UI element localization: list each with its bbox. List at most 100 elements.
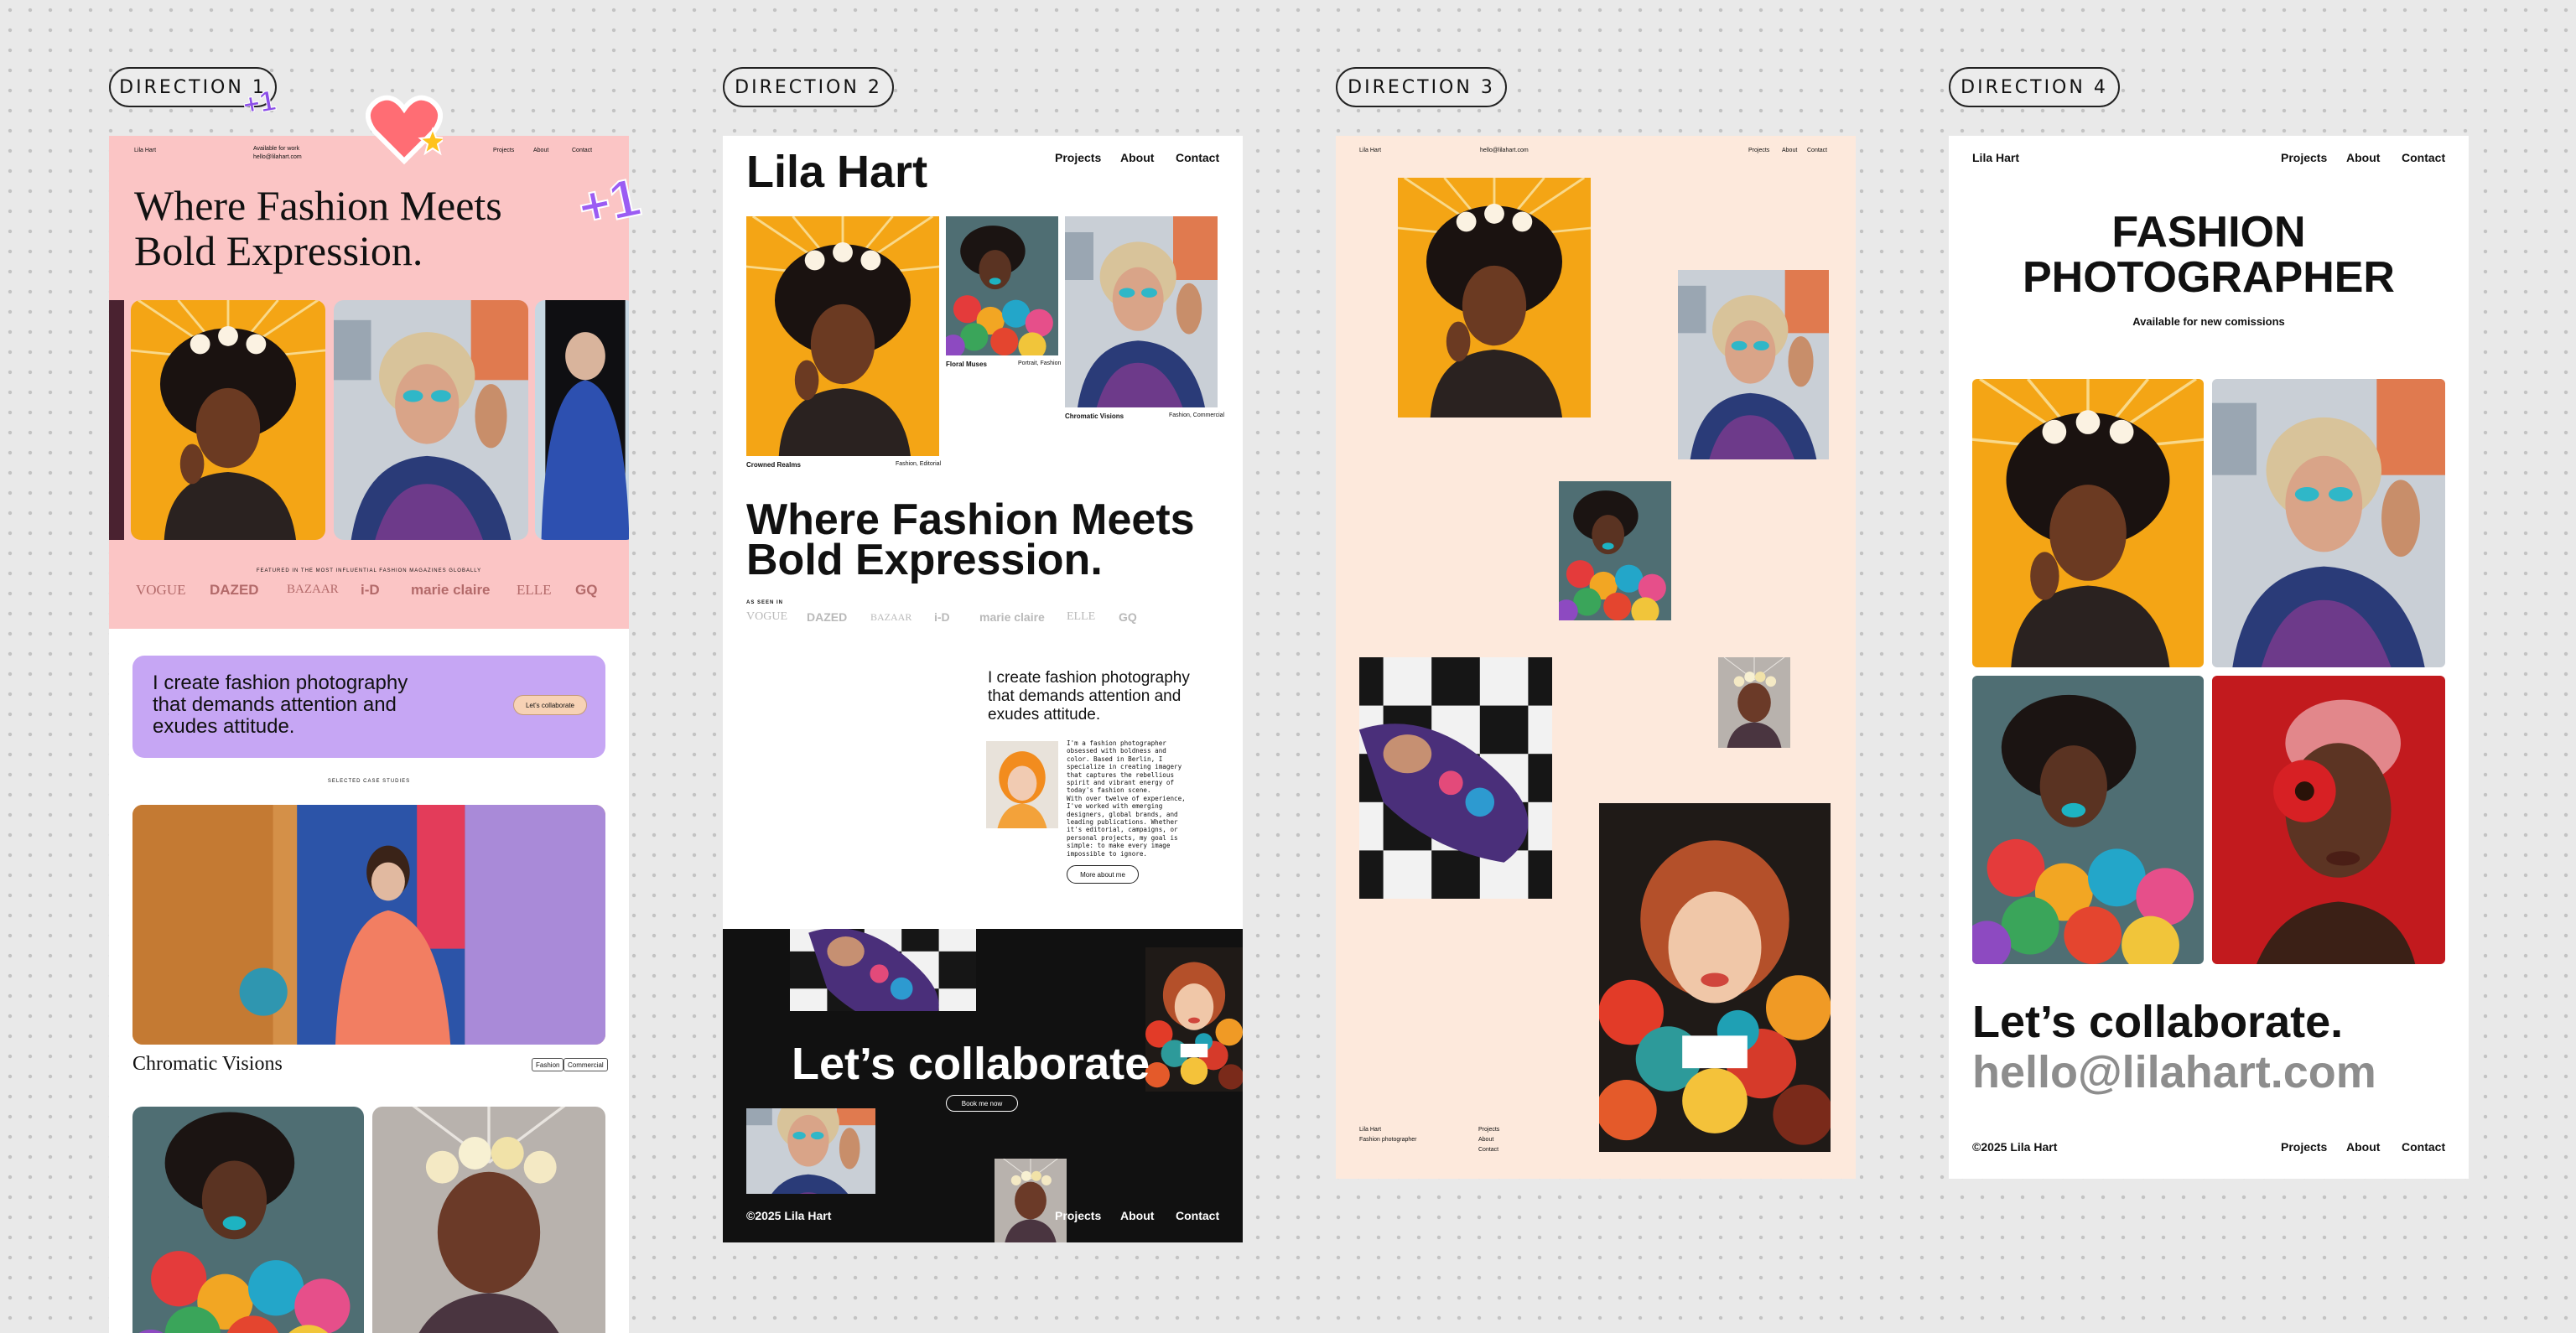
direction-4-label: DIRECTION 4 <box>1949 67 2120 107</box>
d2-bio-line: impossible to ignore. <box>1067 849 1148 858</box>
d1-carousel-photo-2[interactable] <box>334 300 528 540</box>
d1-logo-marie-claire: marie claire <box>411 582 491 598</box>
direction-2-label: DIRECTION 2 <box>723 67 894 107</box>
d1-intro-line-2: that demands attention and <box>153 693 397 716</box>
d2-cta-photo-2 <box>1145 947 1243 1092</box>
direction-2-board: Lila Hart Projects About Contact Crowned… <box>723 136 1243 1242</box>
d1-headline-line-2: Bold Expression. <box>134 227 423 274</box>
d1-nav-contact[interactable]: Contact <box>572 148 592 153</box>
d2-copyright: ©2025 Lila Hart <box>746 1209 832 1222</box>
d3-photo-checker[interactable] <box>1359 657 1552 899</box>
d3-brand[interactable]: Lila Hart <box>1359 148 1381 153</box>
d2-project-title-2[interactable]: Floral Muses <box>946 360 987 368</box>
d3-photo-blond[interactable] <box>1678 270 1829 459</box>
d2-bio-line: I'm a fashion photographer <box>1067 739 1166 747</box>
d2-bio-line: it's editorial, campaigns, or <box>1067 826 1178 834</box>
d2-intro-line-3: exudes attitude. <box>988 706 1101 724</box>
d4-photo-2[interactable] <box>2212 379 2445 667</box>
d2-project-photo-2[interactable] <box>946 216 1058 355</box>
d2-logo-gq: GQ <box>1119 610 1137 624</box>
d2-bio-line: today's fashion scene. <box>1067 786 1151 795</box>
d2-project-tags-1: Fashion, Editorial <box>896 461 942 467</box>
d3-footer-projects[interactable]: Projects <box>1478 1127 1499 1133</box>
d1-nav-about[interactable]: About <box>533 148 548 153</box>
d3-nav-contact[interactable]: Contact <box>1807 148 1827 153</box>
d3-photo-redhead[interactable] <box>1599 803 1831 1152</box>
d1-collaborate-button[interactable]: Let's collaborate <box>513 695 587 715</box>
d3-footer-about[interactable]: About <box>1478 1137 1493 1143</box>
d2-project-title-3[interactable]: Chromatic Visions <box>1065 412 1124 420</box>
d1-case-photo[interactable] <box>132 805 605 1045</box>
d4-nav-about[interactable]: About <box>2346 151 2380 164</box>
d2-nav-projects[interactable]: Projects <box>1055 151 1101 164</box>
d4-footer-contact[interactable]: Contact <box>2402 1140 2445 1154</box>
d1-case-photo-2[interactable] <box>132 1107 364 1333</box>
d2-logo-marie-claire: marie claire <box>979 610 1045 624</box>
d1-brand[interactable]: Lila Hart <box>134 148 156 153</box>
d2-bio-line: leading publications. Whether <box>1067 818 1178 827</box>
d2-headline-line-2: Bold Expression. <box>746 536 1103 584</box>
d2-project-title-1[interactable]: Crowned Realms <box>746 461 801 469</box>
d2-bio-line: specialize in creating imagery <box>1067 763 1182 771</box>
d3-photo-crown[interactable] <box>1718 657 1790 748</box>
d2-footer-projects[interactable]: Projects <box>1055 1209 1101 1222</box>
d2-footer-about[interactable]: About <box>1120 1209 1154 1222</box>
d2-logo-bazaar: BAZAAR <box>870 611 912 623</box>
d3-nav-projects[interactable]: Projects <box>1748 148 1769 153</box>
d3-email[interactable]: hello@lilahart.com <box>1480 148 1529 153</box>
d1-headline-line-1: Where Fashion Meets <box>134 182 502 229</box>
d1-intro-line-1: I create fashion photography <box>153 672 408 694</box>
d4-subtitle: Available for new comissions <box>2132 315 2285 328</box>
d2-cta-photo-4 <box>995 1159 1067 1242</box>
d1-case-title[interactable]: Chromatic Visions <box>132 1053 283 1076</box>
d1-case-photo-3[interactable] <box>372 1107 605 1333</box>
d1-carousel-photo-3[interactable] <box>535 300 629 540</box>
d2-nav-about[interactable]: About <box>1120 151 1154 164</box>
d2-headline: Where Fashion Meets Bold Expression. <box>746 498 1195 584</box>
d3-footer-brand: Lila Hart <box>1359 1127 1382 1133</box>
d4-photo-4[interactable] <box>2212 676 2445 964</box>
d1-carousel-photo-1[interactable] <box>131 300 325 540</box>
d1-email[interactable]: hello@lilahart.com <box>253 154 302 160</box>
d4-nav-contact[interactable]: Contact <box>2402 151 2445 164</box>
d1-carousel-photo-prev <box>109 300 124 540</box>
d2-project-photo-3[interactable] <box>1065 216 1218 407</box>
d1-logo-gq: GQ <box>575 582 598 598</box>
d2-nav-contact[interactable]: Contact <box>1176 151 1219 164</box>
d1-tag-fashion: Fashion <box>532 1058 564 1071</box>
d2-bio-line: designers, global brands, and <box>1067 810 1178 818</box>
d1-logo-dazed: DAZED <box>210 582 259 598</box>
d4-photo-3[interactable] <box>1972 676 2204 964</box>
d2-bio-line: spirit and vibrant energy of <box>1067 779 1175 787</box>
d2-footer-contact[interactable]: Contact <box>1176 1209 1219 1222</box>
d3-photo-orange[interactable] <box>1398 178 1591 418</box>
d2-bio-line: obsessed with boldness and <box>1067 747 1166 755</box>
d2-intro-line-1: I create fashion photography <box>988 669 1190 687</box>
d2-about-photo <box>986 741 1058 828</box>
d1-nav-projects[interactable]: Projects <box>493 148 514 153</box>
d2-more-about-button[interactable]: More about me <box>1067 865 1139 884</box>
d3-nav-about[interactable]: About <box>1782 148 1797 153</box>
d2-logo-id: i-D <box>934 610 950 624</box>
d4-footer-projects[interactable]: Projects <box>2281 1140 2327 1154</box>
d1-logo-elle: ELLE <box>517 582 552 598</box>
d1-logo-vogue: VOGUE <box>136 582 186 598</box>
d2-project-tags-2: Portrait, Fashion <box>1018 360 1062 366</box>
d4-photo-1[interactable] <box>1972 379 2204 667</box>
d2-project-photo-1[interactable] <box>746 216 939 456</box>
d4-footer-about[interactable]: About <box>2346 1140 2380 1154</box>
d3-footer-contact[interactable]: Contact <box>1478 1147 1498 1153</box>
d4-title-line-2: PHOTOGRAPHER <box>2023 253 2395 302</box>
d1-intro-line-3: exudes attitude. <box>153 715 295 738</box>
plus-one-sticker-small: +1 <box>240 84 278 122</box>
d2-bio-line: I've worked with emerging <box>1067 802 1163 811</box>
d4-email-link[interactable]: hello@lilahart.com <box>1972 1046 2376 1098</box>
d2-intro-line-2: that demands attention and <box>988 687 1182 705</box>
d3-photo-flowers[interactable] <box>1559 481 1671 620</box>
d3-footer-role: Fashion photographer <box>1359 1137 1417 1143</box>
d2-book-button[interactable]: Book me now <box>946 1095 1018 1112</box>
d4-brand[interactable]: Lila Hart <box>1972 151 2019 164</box>
d1-case-studies-label: SELECTED CASE STUDIES <box>327 779 411 784</box>
d4-nav-projects[interactable]: Projects <box>2281 151 2327 164</box>
d2-brand[interactable]: Lila Hart <box>746 146 927 198</box>
